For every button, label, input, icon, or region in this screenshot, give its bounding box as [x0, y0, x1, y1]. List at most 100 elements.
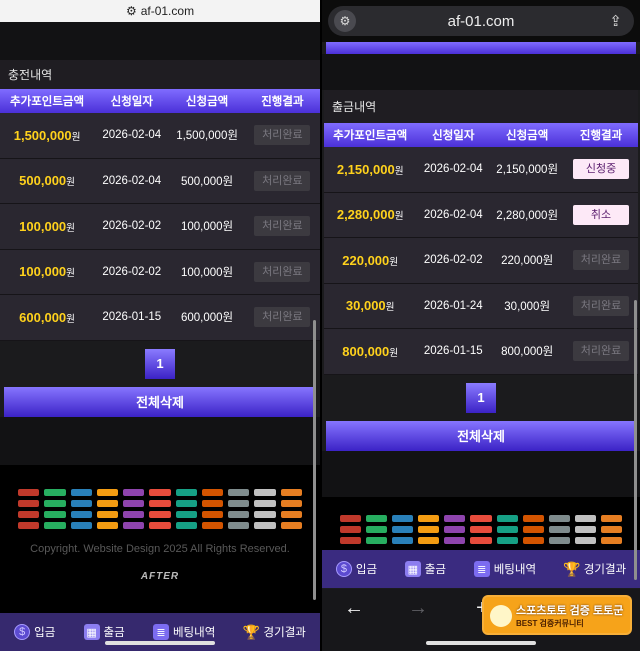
status-cell: 처리완료: [564, 250, 638, 271]
coin-icon: $: [335, 561, 352, 577]
page-spacer: [322, 450, 640, 497]
status-badge[interactable]: 신청중: [573, 159, 630, 180]
calendar-icon: ▦: [83, 624, 100, 640]
provider-logos: [322, 514, 640, 544]
nav-label: 입금: [355, 564, 378, 576]
delete-all-button[interactable]: 전체삭제: [326, 420, 636, 451]
provider-logo: [548, 536, 570, 544]
status-badge: 처리완료: [254, 216, 311, 237]
status-cell: 처리완료: [245, 307, 320, 328]
table-row: 1,500,000원 2026-02-04 1,500,000원 처리완료: [0, 113, 320, 159]
request-amount: 2,150,000원: [496, 164, 559, 177]
watermark-badge: 스포츠토토 검증 토토군 BEST 검증커뮤니티: [482, 595, 632, 635]
provider-logo: [366, 525, 388, 533]
provider-logo: [123, 488, 145, 496]
nav-results[interactable]: 🏆 경기결과: [563, 561, 626, 577]
site-settings-icon[interactable]: ⚙: [126, 4, 137, 18]
footer-logo: AFTER: [140, 570, 180, 582]
status-badge: 처리완료: [254, 125, 311, 146]
copyright-text: Copyright. Website Design 2025 All Right…: [30, 542, 290, 555]
back-icon[interactable]: ←: [322, 597, 386, 620]
site-settings-icon[interactable]: ⚙: [334, 10, 356, 32]
request-date: 2026-02-02: [102, 220, 162, 233]
calendar-icon: ▦: [404, 561, 421, 577]
table-header: 추가포인트금액 신청일자 신청금액 진행결과: [0, 89, 320, 113]
provider-logo: [96, 510, 119, 518]
provider-logo: [392, 525, 414, 533]
provider-logo: [600, 514, 622, 522]
provider-logo: [44, 488, 66, 496]
status-badge[interactable]: 취소: [573, 204, 630, 225]
provider-logo: [201, 521, 224, 529]
provider-logo: [96, 521, 119, 529]
provider-logo: [340, 536, 362, 544]
provider-logo: [470, 525, 492, 533]
col-request-date: 신청일자: [432, 130, 475, 142]
provider-logo: [496, 536, 518, 544]
page-button[interactable]: 1: [145, 348, 175, 379]
home-indicator: [105, 641, 215, 645]
bonus-amount: 30,000원: [345, 298, 395, 314]
provider-logo: [600, 525, 622, 533]
section-title: 충전내역: [0, 60, 320, 89]
table-row: 2,280,000원 2026-02-04 2,280,000원 취소: [324, 192, 638, 238]
ticket-icon: ≣: [152, 624, 169, 640]
table-row: 500,000원 2026-02-04 500,000원 처리완료: [0, 158, 320, 204]
nav-deposit[interactable]: $ 입금: [335, 561, 378, 577]
delete-all-button[interactable]: 전체삭제: [4, 386, 316, 417]
col-request-date: 신청일자: [110, 96, 153, 108]
provider-logo: [418, 536, 440, 544]
address-bar[interactable]: ⚙ af-01.com: [0, 0, 320, 22]
provider-logo: [44, 510, 66, 518]
provider-logo: [228, 510, 250, 518]
page-button[interactable]: 1: [466, 382, 496, 413]
page-spacer: [0, 416, 320, 465]
nav-betting[interactable]: ≣ 베팅내역: [152, 624, 215, 640]
provider-logo: [444, 514, 466, 522]
provider-logo: [70, 521, 92, 529]
provider-logo: [175, 499, 197, 507]
scrollbar[interactable]: [634, 300, 637, 580]
status-cell: 처리완료: [564, 341, 638, 362]
request-date: 2026-02-02: [102, 265, 162, 278]
table-body: 2,150,000원 2026-02-04 2,150,000원 신청중 2,280,0…: [324, 147, 638, 375]
provider-logo: [123, 521, 145, 529]
provider-logo: [149, 510, 171, 518]
nav-betting[interactable]: ≣ 베팅내역: [473, 561, 536, 577]
provider-logo: [496, 525, 518, 533]
provider-logo: [175, 510, 197, 518]
provider-logo: [175, 521, 197, 529]
table-row: 220,000원 2026-02-02 220,000원 처리완료: [324, 238, 638, 284]
provider-logo: [522, 525, 544, 533]
provider-logo: [254, 499, 276, 507]
nav-label: 경기결과: [263, 627, 306, 639]
nav-label: 출금: [103, 627, 125, 639]
request-date: 2026-02-04: [102, 174, 162, 187]
page-top-spacer: [322, 54, 640, 90]
right-screenshot: ⚙ af-01.com ⇪ 출금내역 추가포인트금액 신청일자 신청금액 진행결…: [320, 0, 640, 651]
deposit-history-panel: 충전내역 추가포인트금액 신청일자 신청금액 진행결과 1,500,000원 20…: [0, 60, 320, 341]
forward-icon[interactable]: →: [386, 597, 450, 620]
nav-results[interactable]: 🏆 경기결과: [243, 624, 306, 640]
nav-deposit[interactable]: $ 입금: [14, 624, 55, 640]
bonus-amount: 2,280,000원: [336, 207, 404, 223]
provider-logo: [418, 514, 440, 522]
provider-logo: [366, 536, 388, 544]
request-date: 2026-02-04: [102, 129, 162, 142]
provider-logo: [548, 514, 570, 522]
url-field[interactable]: ⚙ af-01.com ⇪: [328, 6, 634, 36]
request-amount: 100,000원: [180, 221, 234, 234]
share-icon[interactable]: ⇪: [609, 12, 622, 30]
provider-logo: [496, 514, 518, 522]
provider-logo: [574, 525, 596, 533]
request-date: 2026-02-04: [423, 208, 483, 221]
scrollbar[interactable]: [313, 320, 316, 600]
request-amount: 30,000원: [504, 300, 551, 313]
nav-withdraw[interactable]: ▦ 출금: [404, 561, 446, 577]
provider-logo: [280, 488, 302, 496]
status-cell: 신청중: [564, 159, 638, 180]
table-row: 30,000원 2026-01-24 30,000원 처리완료: [324, 283, 638, 329]
provider-logo: [522, 536, 544, 544]
address-bar: ⚙ af-01.com ⇪: [322, 0, 640, 42]
nav-withdraw[interactable]: ▦ 출금: [83, 624, 125, 640]
